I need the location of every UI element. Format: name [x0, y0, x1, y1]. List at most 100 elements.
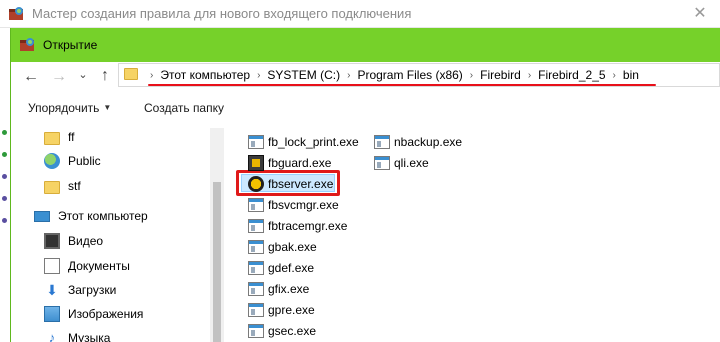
- nav-item-music[interactable]: ♪ Музыка: [44, 327, 111, 342]
- nav-item-public[interactable]: Public: [44, 150, 101, 172]
- file-name: fb_lock_print.exe: [268, 135, 359, 149]
- up-folder-icon[interactable]: ↑: [94, 65, 116, 87]
- breadcrumb-separator[interactable]: ›: [257, 70, 260, 81]
- nav-item-video[interactable]: Видео: [44, 230, 103, 252]
- outer-marker: [2, 196, 7, 201]
- file-item[interactable]: fb_lock_print.exe: [248, 132, 359, 152]
- exe-file-icon: [374, 156, 390, 170]
- organize-label: Упорядочить: [28, 101, 100, 115]
- outer-marker: [2, 218, 7, 223]
- nav-item-label: Этот компьютер: [58, 209, 148, 223]
- breadcrumb-bin[interactable]: bin: [623, 68, 639, 82]
- breadcrumb-separator[interactable]: ›: [347, 70, 350, 81]
- nav-item-label: ff: [68, 130, 75, 144]
- file-item[interactable]: fbsvcmgr.exe: [248, 195, 339, 215]
- file-item[interactable]: gbak.exe: [248, 237, 317, 257]
- breadcrumb-system-c[interactable]: SYSTEM (C:): [267, 68, 340, 82]
- breadcrumb-separator: ›: [150, 69, 154, 81]
- nav-item-label: Музыка: [68, 331, 111, 342]
- file-name: nbackup.exe: [394, 135, 463, 149]
- outer-close-icon[interactable]: ✕: [688, 2, 712, 26]
- video-icon: [44, 233, 60, 249]
- nav-item-label: Видео: [68, 234, 104, 248]
- file-item[interactable]: gdef.exe: [248, 258, 314, 278]
- exe-file-icon: [248, 324, 264, 338]
- file-name: gsec.exe: [268, 324, 317, 338]
- file-name: gpre.exe: [268, 303, 315, 317]
- file-item[interactable]: gfix.exe: [248, 279, 309, 299]
- pictures-icon: [44, 306, 60, 322]
- dialog-app-icon: [20, 38, 34, 51]
- nav-item-label: stf: [68, 179, 81, 193]
- globe-icon: [44, 153, 60, 169]
- file-item[interactable]: qli.exe: [374, 153, 429, 173]
- nav-item-ff[interactable]: ff: [44, 126, 74, 148]
- breadcrumb-separator[interactable]: ›: [613, 70, 616, 81]
- outer-marker: [2, 152, 7, 157]
- file-item[interactable]: gsec.exe: [248, 321, 316, 341]
- outer-window-titlebar: Мастер создания правила для нового входя…: [0, 0, 720, 28]
- folder-icon: [124, 68, 138, 80]
- folder-icon: [44, 180, 60, 194]
- file-item[interactable]: fbguard.exe: [248, 153, 331, 173]
- nav-item-documents[interactable]: Документы: [44, 255, 130, 277]
- firebird-server-icon: [248, 176, 264, 192]
- nav-item-pictures[interactable]: Изображения: [44, 303, 143, 325]
- scrollbar-thumb[interactable]: [213, 182, 221, 342]
- dialog-title: Открытие: [43, 38, 98, 52]
- nav-item-downloads[interactable]: ⬇ Загрузки: [44, 279, 116, 301]
- exe-file-icon: [248, 219, 264, 233]
- exe-file-icon: [248, 282, 264, 296]
- breadcrumb-firebird[interactable]: Firebird: [480, 68, 521, 82]
- file-item[interactable]: nbackup.exe: [374, 132, 462, 152]
- red-underline-annotation: [148, 84, 656, 86]
- file-name: gbak.exe: [268, 240, 317, 254]
- folder-icon: [44, 131, 60, 145]
- nav-item-label: Документы: [68, 259, 130, 273]
- file-item[interactable]: gpre.exe: [248, 300, 315, 320]
- nav-item-label: Изображения: [68, 307, 144, 321]
- file-name: gdef.exe: [268, 261, 315, 275]
- file-name: fbserver.exe: [268, 177, 334, 191]
- outer-marker: [2, 174, 7, 179]
- downloads-icon: ⬇: [46, 282, 58, 298]
- new-folder-button[interactable]: Создать папку: [144, 101, 224, 115]
- file-name: qli.exe: [394, 156, 429, 170]
- breadcrumb-separator[interactable]: ›: [470, 70, 473, 81]
- exe-file-icon: [248, 198, 264, 212]
- music-icon: ♪: [48, 330, 56, 342]
- exe-file-icon: [248, 303, 264, 317]
- forward-arrow-icon[interactable]: →: [48, 66, 70, 88]
- exe-file-icon: [248, 261, 264, 275]
- computer-icon: [34, 211, 50, 222]
- nav-pane-scrollbar[interactable]: [210, 128, 224, 342]
- file-name: fbsvcmgr.exe: [268, 198, 339, 212]
- file-name: fbguard.exe: [268, 156, 332, 170]
- exe-file-icon: [248, 135, 264, 149]
- nav-item-label: Public: [68, 154, 101, 168]
- file-name: gfix.exe: [268, 282, 310, 296]
- file-item[interactable]: fbtracemgr.exe: [248, 216, 347, 236]
- recent-locations-icon[interactable]: ⌄: [72, 64, 94, 86]
- outer-window-title: Мастер создания правила для нового входя…: [32, 6, 412, 21]
- file-name: fbtracemgr.exe: [268, 219, 348, 233]
- file-item-selected[interactable]: fbserver.exe: [248, 174, 333, 194]
- dialog-titlebar: Открытие: [11, 28, 720, 62]
- breadcrumb-this-pc[interactable]: Этот компьютер: [160, 68, 250, 82]
- documents-icon: [44, 258, 60, 274]
- nav-item-this-pc[interactable]: Этот компьютер: [34, 205, 148, 227]
- outer-window-left-edge: [0, 128, 10, 342]
- organize-button[interactable]: Упорядочить ▼: [28, 101, 111, 115]
- exe-file-icon: [248, 240, 264, 254]
- back-arrow-icon[interactable]: ←: [20, 66, 42, 88]
- breadcrumb-program-files-x86[interactable]: Program Files (x86): [357, 68, 462, 82]
- nav-item-stf[interactable]: stf: [44, 175, 81, 197]
- firewall-app-icon: [9, 7, 23, 20]
- breadcrumb: › Этот компьютер › SYSTEM (C:) › Program…: [143, 64, 639, 86]
- chevron-down-icon: ▼: [103, 103, 112, 112]
- breadcrumb-separator[interactable]: ›: [528, 70, 531, 81]
- outer-marker: [2, 130, 7, 135]
- fbguard-icon: [248, 155, 264, 171]
- breadcrumb-firebird-2-5[interactable]: Firebird_2_5: [538, 68, 605, 82]
- exe-file-icon: [374, 135, 390, 149]
